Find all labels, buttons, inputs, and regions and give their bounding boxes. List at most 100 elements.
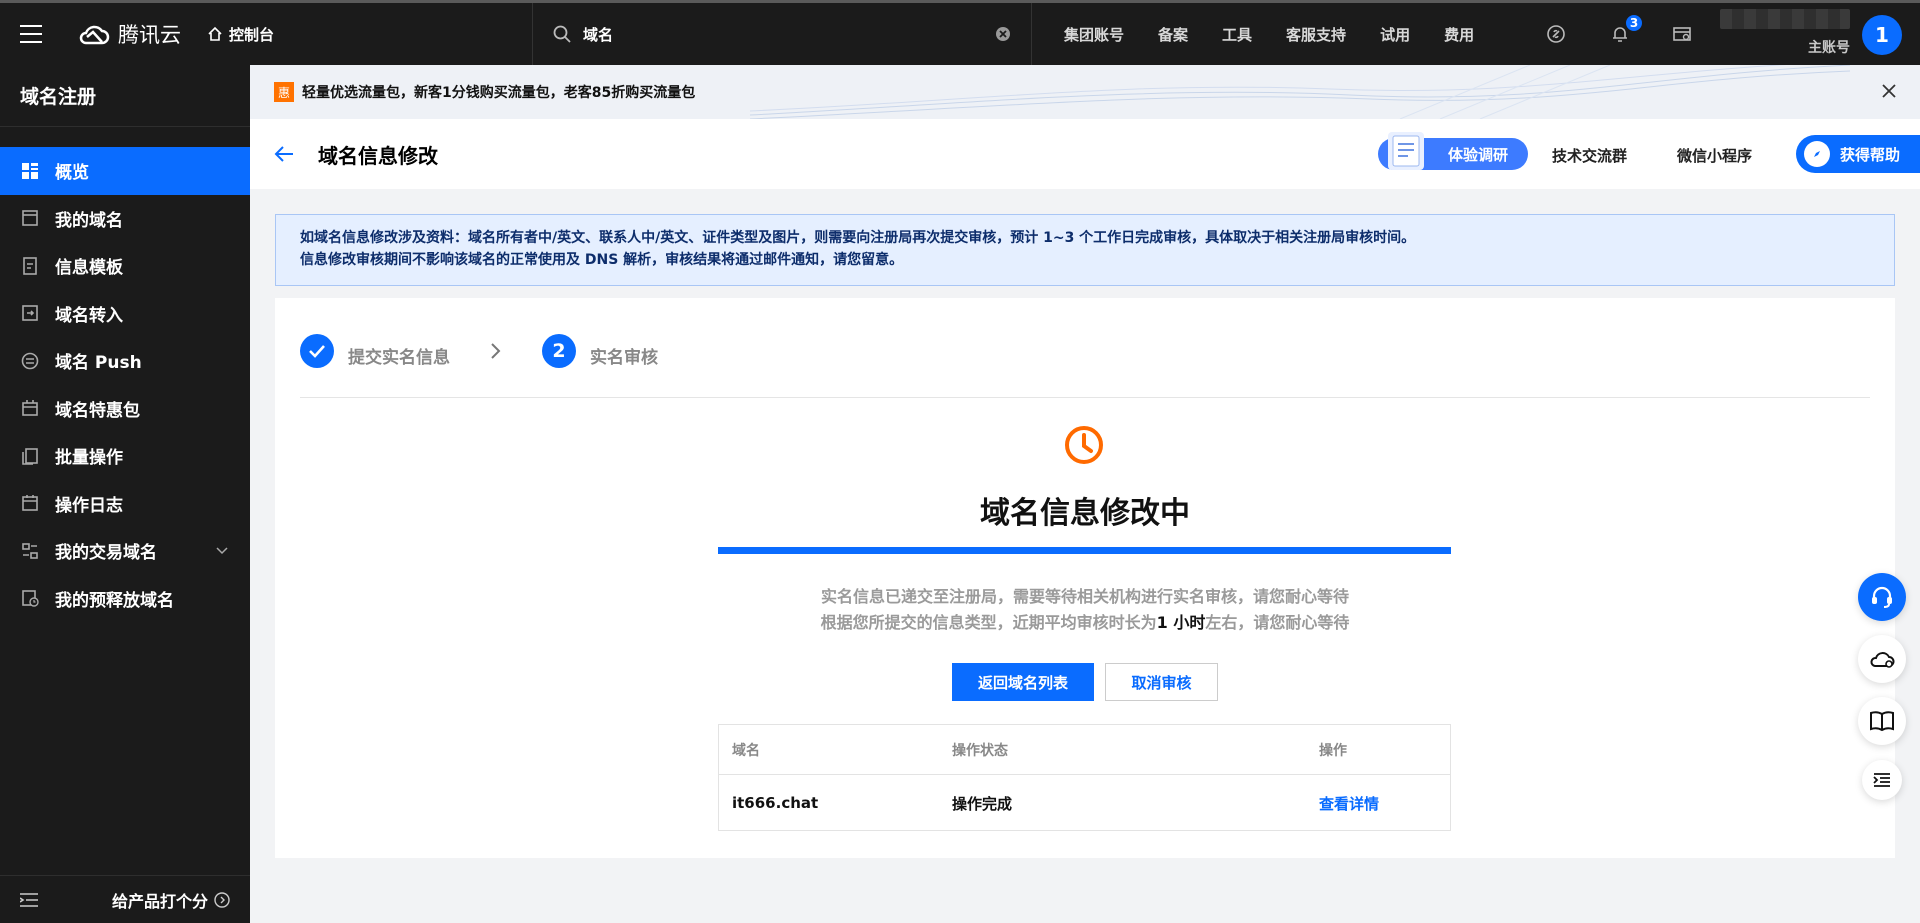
nav-trial[interactable]: 试用 <box>1380 24 1410 45</box>
document-icon <box>23 256 37 275</box>
nav-support[interactable]: 客服支持 <box>1286 24 1346 45</box>
back-arrow-icon[interactable] <box>274 145 294 163</box>
info-notice: 如域名信息修改涉及资料：域名所有者中/英文、联系人中/英文、证件类型及图片，则需… <box>275 214 1895 286</box>
sidebar-item-push[interactable]: 域名 Push <box>0 337 250 385</box>
nav-group-account[interactable]: 集团账号 <box>1064 24 1124 45</box>
rate-product-link[interactable]: 给产品打个分 <box>112 888 230 912</box>
cancel-review-button[interactable]: 取消审核 <box>1105 663 1218 701</box>
sidebar: 域名注册 概览 我的域名 信息模板 域名转入 域名 Push 域名特惠包 批量操… <box>0 65 250 923</box>
status-description: 实名信息已递交至注册局，需要等待相关机构进行实名审核，请您耐心等待 根据您所提交… <box>275 584 1895 636</box>
clear-icon[interactable] <box>995 26 1011 42</box>
check-icon <box>300 333 334 368</box>
sidebar-item-label: 我的交易域名 <box>55 543 157 564</box>
domain-table: 域名 操作状态 操作 it666.chat 操作完成 查看详情 <box>718 724 1451 831</box>
sidebar-item-label: 域名转入 <box>55 305 123 326</box>
cloud-assistant-button[interactable] <box>1858 635 1906 683</box>
col-domain: 域名 <box>732 742 760 759</box>
cloud-icon <box>1870 652 1895 668</box>
account-info[interactable]: 主账号 <box>1720 9 1850 59</box>
sidebar-item-label: 信息模板 <box>55 258 123 279</box>
step-2: 2 实名审核 <box>542 333 658 368</box>
notification-badge: 3 <box>1624 13 1644 33</box>
sidebar-title: 域名注册 <box>0 65 250 127</box>
avatar[interactable]: 1 <box>1862 15 1902 55</box>
top-nav: 集团账号 备案 工具 客服支持 试用 费用 <box>1064 3 1508 65</box>
notice-line-2: 信息修改审核期间不影响该域名的正常使用及 DNS 解析，审核结果将通过邮件通知，… <box>300 252 904 268</box>
promo-text[interactable]: 轻量优选流量包，新客1分钱购买流量包，老客85折购买流量包 <box>302 82 695 102</box>
push-icon <box>21 352 39 370</box>
notification-bell[interactable]: 3 <box>1610 3 1646 65</box>
calendar-icon <box>22 495 38 512</box>
step-label: 实名审核 <box>590 348 658 368</box>
get-help-label: 获得帮助 <box>1840 145 1901 164</box>
compass-icon <box>1804 141 1830 167</box>
sidebar-item-batch[interactable]: 批量操作 <box>0 432 250 480</box>
cell-status: 操作完成 <box>952 794 1013 813</box>
divider <box>300 397 1870 398</box>
col-status: 操作状态 <box>952 742 1008 759</box>
nav-tools[interactable]: 工具 <box>1222 24 1252 45</box>
grid-icon <box>22 162 38 179</box>
progress-bar <box>718 547 1451 554</box>
list-indent-icon <box>1873 773 1890 787</box>
home-icon <box>208 26 222 41</box>
view-details-link[interactable]: 查看详情 <box>1319 793 1449 814</box>
clock-box-icon <box>22 590 39 607</box>
clock-icon <box>1065 426 1103 464</box>
outline-button[interactable] <box>1862 760 1902 800</box>
transfer-icon <box>22 305 38 322</box>
chevron-right-icon <box>491 342 501 359</box>
mini-program-link[interactable]: 微信小程序 <box>1677 145 1752 166</box>
stepper: 提交实名信息 2 实名审核 <box>300 333 658 368</box>
nav-filing[interactable]: 备案 <box>1158 24 1188 45</box>
link-icon[interactable] <box>1546 3 1566 65</box>
sidebar-item-label: 批量操作 <box>55 448 123 469</box>
step-1: 提交实名信息 <box>300 333 450 368</box>
back-to-list-button[interactable]: 返回域名列表 <box>952 663 1094 701</box>
sidebar-item-deals[interactable]: 域名特惠包 <box>0 385 250 433</box>
gift-icon <box>22 400 38 417</box>
main-card: 提交实名信息 2 实名审核 域名信息修改中 实名信息已递交至注册局，需要等待相关… <box>275 298 1895 858</box>
sidebar-item-label: 我的域名 <box>55 210 123 231</box>
customer-service-button[interactable] <box>1858 573 1906 621</box>
cloud-logo-icon <box>79 25 110 45</box>
collapse-icon[interactable] <box>20 892 38 907</box>
sidebar-item-pre-release[interactable]: 我的预释放域名 <box>0 575 250 623</box>
headset-icon <box>1872 586 1892 608</box>
col-action: 操作 <box>1319 742 1347 759</box>
get-help-button[interactable]: 获得帮助 <box>1796 135 1920 173</box>
rate-product-label: 给产品打个分 <box>111 891 208 911</box>
sidebar-item-my-domains[interactable]: 我的域名 <box>0 195 250 243</box>
table-row: it666.chat 操作完成 查看详情 <box>719 775 1450 831</box>
console-link[interactable]: 控制台 <box>207 24 274 45</box>
sidebar-item-label: 操作日志 <box>55 495 123 516</box>
survey-button[interactable]: 体验调研 <box>1378 132 1528 170</box>
sidebar-item-label: 我的预释放域名 <box>55 590 174 611</box>
promo-banner: 惠 轻量优选流量包，新客1分钱购买流量包，老客85折购买流量包 <box>250 65 1920 119</box>
sidebar-item-transfer-in[interactable]: 域名转入 <box>0 290 250 338</box>
cart-icon[interactable] <box>1672 3 1692 65</box>
close-icon[interactable] <box>1880 82 1898 100</box>
window-icon <box>22 210 38 227</box>
top-bar: 腾讯云 控制台 域名 集团账号 备案 工具 客服支持 试用 费用 3 主账号 1 <box>0 0 1920 65</box>
sidebar-item-templates[interactable]: 信息模板 <box>0 242 250 290</box>
brand-logo[interactable]: 腾讯云 <box>78 19 181 49</box>
chevron-down-icon <box>216 547 228 554</box>
survey-doc-icon <box>1388 132 1424 170</box>
console-label: 控制台 <box>229 25 275 44</box>
menu-icon[interactable] <box>0 3 62 65</box>
review-duration: 1 小时 <box>1156 613 1206 632</box>
sidebar-item-label: 概览 <box>55 163 89 184</box>
sidebar-item-overview[interactable]: 概览 <box>0 147 250 195</box>
step-label: 提交实名信息 <box>348 348 450 368</box>
sidebar-item-logs[interactable]: 操作日志 <box>0 480 250 528</box>
search-bar[interactable]: 域名 <box>532 3 1032 65</box>
nav-billing[interactable]: 费用 <box>1444 24 1474 45</box>
tech-group-link[interactable]: 技术交流群 <box>1552 145 1627 166</box>
cell-domain: it666.chat <box>732 794 819 812</box>
docs-button[interactable] <box>1858 697 1906 745</box>
search-input[interactable]: 域名 <box>583 24 995 45</box>
sidebar-item-trade-domains[interactable]: 我的交易域名 <box>0 527 250 575</box>
sidebar-footer: 给产品打个分 <box>0 875 250 923</box>
notice-line-1: 如域名信息修改涉及资料：域名所有者中/英文、联系人中/英文、证件类型及图片，则需… <box>300 230 1416 246</box>
